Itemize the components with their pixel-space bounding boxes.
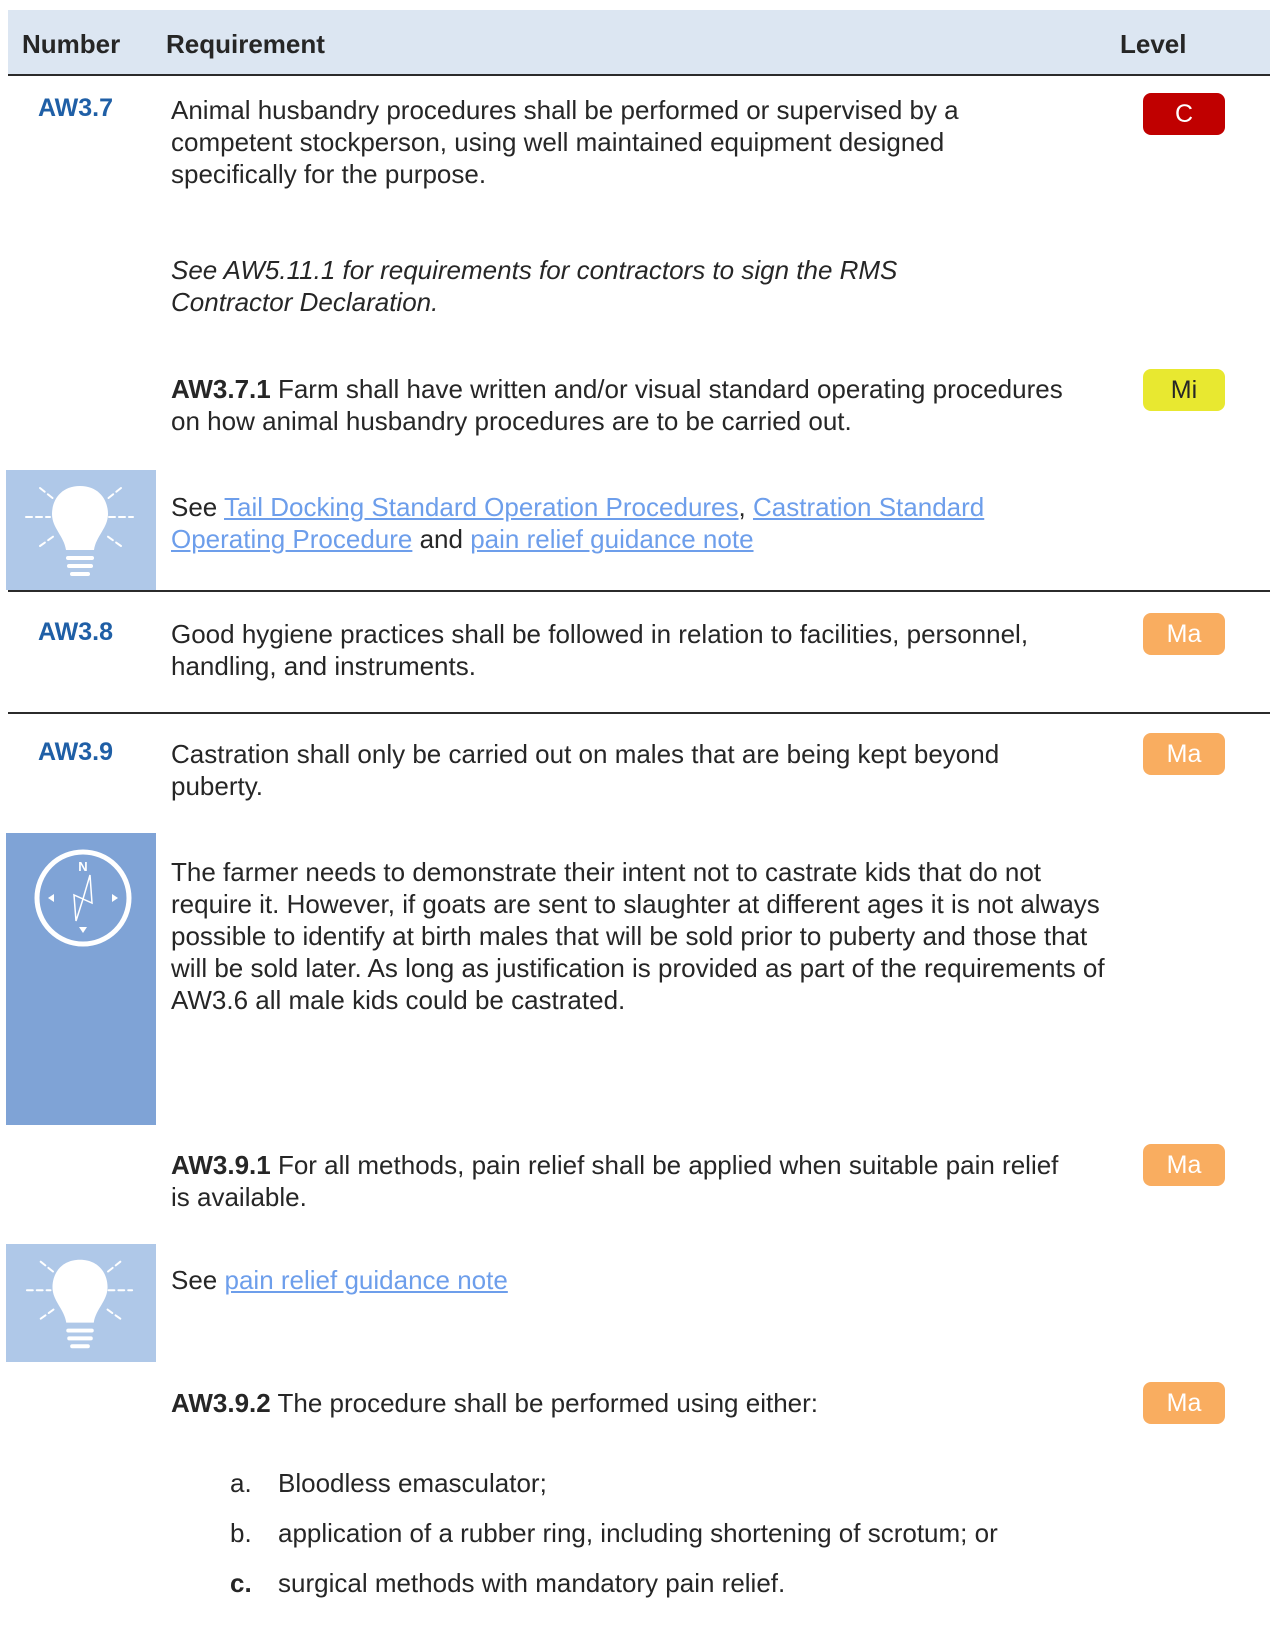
link-pain-relief-guidance[interactable]: pain relief guidance note [225, 1265, 508, 1295]
list-item: c. surgical methods with mandatory pain r… [230, 1567, 785, 1599]
requirement-text: Castration shall only be carried out on … [171, 739, 1000, 801]
list-marker: a. [230, 1468, 252, 1498]
level-badge-major: Ma [1143, 1144, 1225, 1186]
header-number: Number [22, 29, 121, 59]
tip-prefix: See [171, 492, 225, 522]
compass-north-label: N [78, 859, 87, 874]
lightbulb-icon [25, 1259, 134, 1349]
requirement-text: Good hygiene practices shall be followed… [171, 619, 1029, 681]
list-marker: c. [230, 1568, 252, 1598]
guidance-text: The farmer needs to demonstrate their in… [171, 857, 1105, 1015]
sub-requirement: AW3.7.1 Farm shall have written and/or v… [171, 373, 1091, 437]
guidance-box: N [6, 833, 156, 1125]
note-text: See AW5.11.1 for requirements for contra… [171, 255, 898, 317]
requirement-note: See AW5.11.1 for requirements for contra… [171, 254, 1021, 318]
tip-text: See Tail Docking Standard Operation Proc… [171, 491, 1071, 555]
tip-box [6, 1244, 156, 1362]
requirement-number: AW3.8 [38, 618, 114, 646]
sub-requirement-text: The procedure shall be performed using e… [270, 1388, 819, 1418]
tip-box [6, 470, 156, 590]
sub-requirement: AW3.9.1 For all methods, pain relief sha… [171, 1149, 1071, 1213]
sub-requirement-text: For all methods, pain relief shall be ap… [171, 1150, 1059, 1212]
list-item-text: application of a rubber ring, including … [278, 1518, 998, 1548]
sub-requirement-id: AW3.7.1 [171, 374, 271, 404]
tip-text: See pain relief guidance note [171, 1264, 1131, 1296]
level-badge-major: Ma [1143, 733, 1225, 775]
list-marker: b. [230, 1518, 252, 1548]
requirement-number: AW3.9 [38, 738, 114, 766]
level-badge-minor: Mi [1143, 369, 1225, 411]
sub-requirement-text: Farm shall have written and/or visual st… [171, 374, 1063, 436]
header-requirement: Requirement [166, 29, 325, 59]
sub-requirement-id: AW3.9.2 [171, 1388, 271, 1418]
sub-requirement: AW3.9.2 The procedure shall be performed… [171, 1387, 1131, 1419]
level-badge-major: Ma [1143, 613, 1225, 655]
list-item: a. Bloodless emasculator; [230, 1467, 547, 1499]
sub-requirement-id: AW3.9.1 [171, 1150, 271, 1180]
link-tail-docking-sop[interactable]: Tail Docking Standard Operation Procedur… [224, 492, 739, 522]
requirement-text: Animal husbandry procedures shall be per… [171, 95, 959, 189]
tip-separator: , [738, 492, 753, 522]
compass-icon: N [34, 849, 132, 947]
list-item-text: Bloodless emasculator; [278, 1468, 547, 1498]
header-level: Level [1120, 29, 1187, 59]
lightbulb-icon [25, 486, 134, 576]
tip-prefix: See [171, 1265, 225, 1295]
row-divider [8, 712, 1270, 714]
tip-separator: and [412, 524, 471, 554]
link-pain-relief-guidance[interactable]: pain relief guidance note [470, 524, 753, 554]
requirement-number: AW3.7 [38, 94, 114, 122]
list-item-text: surgical methods with mandatory pain rel… [278, 1568, 786, 1598]
level-badge-major: Ma [1143, 1382, 1225, 1424]
level-badge-critical: C [1143, 93, 1225, 135]
list-item: b. application of a rubber ring, includin… [230, 1517, 998, 1549]
row-divider [8, 590, 1270, 592]
